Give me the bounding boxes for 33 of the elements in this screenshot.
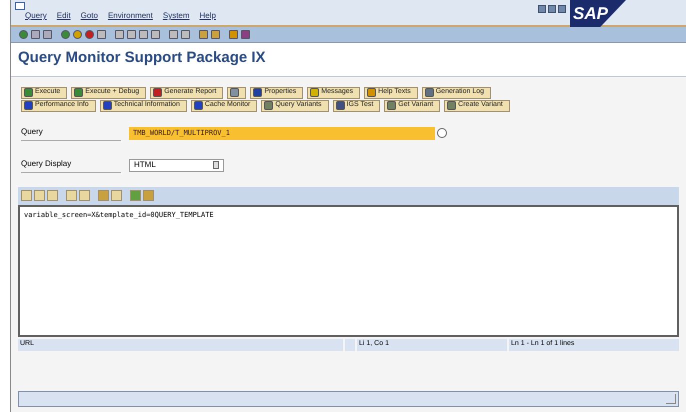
field-label: Query [21, 126, 121, 140]
icon-button[interactable] [227, 86, 246, 98]
menu-item[interactable]: Environment [108, 10, 153, 22]
field-label: Query Display [21, 158, 121, 172]
editor-tool-icon[interactable] [66, 190, 77, 201]
editor-tool-icon[interactable] [47, 190, 58, 201]
search-help-icon[interactable] [437, 128, 447, 138]
editor-tool-icon[interactable] [21, 190, 32, 201]
dropdown-icon [213, 161, 219, 169]
editor-tool-icon[interactable] [111, 190, 122, 201]
button-icon [424, 88, 434, 97]
button-icon [74, 88, 84, 97]
menu-item[interactable]: Help [200, 10, 216, 22]
button-icon [153, 88, 162, 97]
button-icon [336, 101, 345, 110]
logo: SAP [570, 0, 626, 27]
display-dropdown[interactable]: HTML [129, 158, 224, 172]
button-icon [367, 88, 376, 97]
menu-item[interactable]: System [162, 10, 190, 22]
button-icon [102, 101, 112, 110]
button-icon [194, 101, 203, 110]
button-icon [387, 101, 396, 110]
page-title: Query Monitor Support Package IX [11, 43, 686, 76]
button-icon [230, 88, 240, 97]
button-icon [310, 88, 320, 97]
button-icon [447, 101, 456, 110]
menu-item[interactable]: Goto [80, 10, 98, 22]
menu-item[interactable]: Query [25, 10, 47, 22]
resize-grip-icon[interactable] [666, 394, 676, 404]
window-icon[interactable] [15, 2, 25, 10]
menu-item[interactable]: Edit [56, 10, 71, 22]
editor-tool-icon[interactable] [79, 190, 90, 201]
editor-tool-icon[interactable] [34, 190, 45, 201]
